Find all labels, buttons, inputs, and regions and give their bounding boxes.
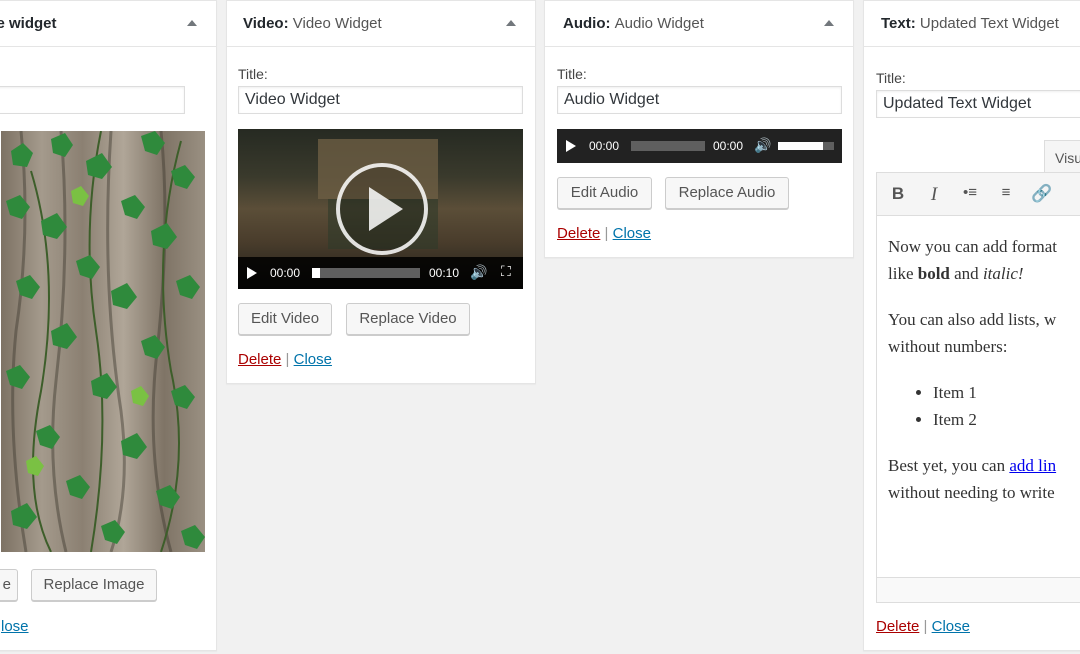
- video-widget-header[interactable]: Video: Video Widget: [227, 1, 535, 47]
- delete-link[interactable]: Delete: [876, 618, 919, 635]
- numbered-list-icon[interactable]: ≡: [995, 184, 1017, 204]
- text-widget-header[interactable]: Text: Updated Text Widget: [864, 1, 1080, 47]
- audio-widget: Audio: Audio Widget Title: 00:00 00:00 🔊…: [544, 0, 854, 258]
- volume-icon[interactable]: 🔊: [470, 264, 487, 281]
- total-time: 00:10: [429, 266, 460, 280]
- title-label: Title:: [238, 66, 268, 82]
- current-time: 00:00: [270, 266, 301, 280]
- close-link[interactable]: Close: [932, 618, 970, 635]
- text-widget: Text: Updated Text Widget Title: Visu B …: [863, 0, 1080, 651]
- text-editor[interactable]: B I •≡ ≡ 🔗 Now you can add format like bo…: [876, 172, 1080, 603]
- image-title-input[interactable]: [0, 86, 185, 114]
- editor-content[interactable]: Now you can add format like bold and ital…: [888, 233, 1080, 525]
- video-title-input[interactable]: [238, 86, 523, 114]
- collapse-arrow-icon[interactable]: [819, 14, 839, 34]
- delete-link[interactable]: Delete: [557, 225, 600, 242]
- inline-link[interactable]: add lin: [1009, 456, 1056, 475]
- play-icon[interactable]: [566, 140, 576, 152]
- text-widget-title: Text: Updated Text Widget: [881, 15, 1059, 32]
- paragraph: Now you can add format like bold and ital…: [888, 237, 1058, 283]
- text-title-input[interactable]: [876, 90, 1080, 118]
- link-icon[interactable]: 🔗: [1031, 184, 1053, 204]
- italic-icon[interactable]: I: [923, 184, 945, 205]
- editor-toolbar: B I •≡ ≡ 🔗: [877, 173, 1080, 216]
- close-link[interactable]: Close: [294, 351, 332, 368]
- replace-video-button[interactable]: Replace Video: [346, 303, 470, 335]
- bulleted-list-icon[interactable]: •≡: [959, 184, 981, 204]
- fullscreen-icon[interactable]: ⛶: [501, 263, 511, 280]
- video-player[interactable]: 00:00 00:10 🔊 ⛶: [238, 129, 523, 289]
- edit-audio-button[interactable]: Edit Audio: [557, 177, 652, 209]
- list-item: Item 2: [933, 406, 1080, 433]
- image-widget-header[interactable]: age widget: [0, 1, 216, 47]
- video-controls: 00:00 00:10 🔊 ⛶: [238, 257, 523, 289]
- list-item: Item 1: [933, 379, 1080, 406]
- close-link[interactable]: Close: [613, 225, 651, 242]
- current-time: 00:00: [589, 139, 620, 153]
- video-widget-actions: Delete | Close: [238, 351, 332, 368]
- collapse-arrow-icon[interactable]: [182, 14, 202, 34]
- bold-icon[interactable]: B: [887, 184, 909, 204]
- video-widget-title: Video: Video Widget: [243, 15, 382, 32]
- link-separator: |: [285, 351, 290, 368]
- bulleted-list: Item 1 Item 2: [888, 379, 1080, 433]
- close-link[interactable]: lose: [1, 618, 29, 635]
- audio-widget-title: Audio: Audio Widget: [563, 15, 704, 32]
- volume-icon[interactable]: 🔊: [754, 137, 771, 154]
- volume-slider[interactable]: [778, 142, 834, 150]
- edit-image-button[interactable]: e: [0, 569, 18, 601]
- audio-player[interactable]: 00:00 00:00 🔊: [557, 129, 842, 163]
- total-time: 00:00: [713, 139, 744, 153]
- image-widget-actions: lose: [1, 618, 29, 635]
- paragraph: Best yet, you can add lin without needing…: [888, 456, 1057, 502]
- replace-image-button[interactable]: Replace Image: [31, 569, 157, 601]
- play-icon[interactable]: [369, 187, 403, 231]
- play-icon[interactable]: [247, 267, 257, 279]
- title-label: Title:: [557, 66, 587, 82]
- volume-level: [778, 142, 823, 150]
- replace-audio-button[interactable]: Replace Audio: [665, 177, 789, 209]
- collapse-arrow-icon[interactable]: [501, 14, 521, 34]
- link-separator: |: [604, 225, 609, 242]
- seek-bar[interactable]: [631, 141, 705, 151]
- delete-link[interactable]: Delete: [238, 351, 281, 368]
- text-widget-actions: Delete | Close: [876, 618, 970, 635]
- paragraph: You can also add lists, w without numbers…: [888, 310, 1057, 356]
- audio-widget-header[interactable]: Audio: Audio Widget: [545, 1, 853, 47]
- audio-widget-actions: Delete | Close: [557, 225, 651, 242]
- ivy-image: [1, 131, 205, 552]
- editor-statusbar: [877, 577, 1080, 602]
- image-widget: age widget: [0, 0, 217, 651]
- seek-bar[interactable]: [312, 268, 420, 278]
- image-widget-title: age widget: [0, 15, 57, 32]
- title-label: Title:: [876, 70, 906, 86]
- tab-visual[interactable]: Visu: [1044, 140, 1080, 173]
- link-separator: |: [923, 618, 928, 635]
- video-widget: Video: Video Widget Title: 00:00 00:10 🔊…: [226, 0, 536, 384]
- audio-title-input[interactable]: [557, 86, 842, 114]
- edit-video-button[interactable]: Edit Video: [238, 303, 332, 335]
